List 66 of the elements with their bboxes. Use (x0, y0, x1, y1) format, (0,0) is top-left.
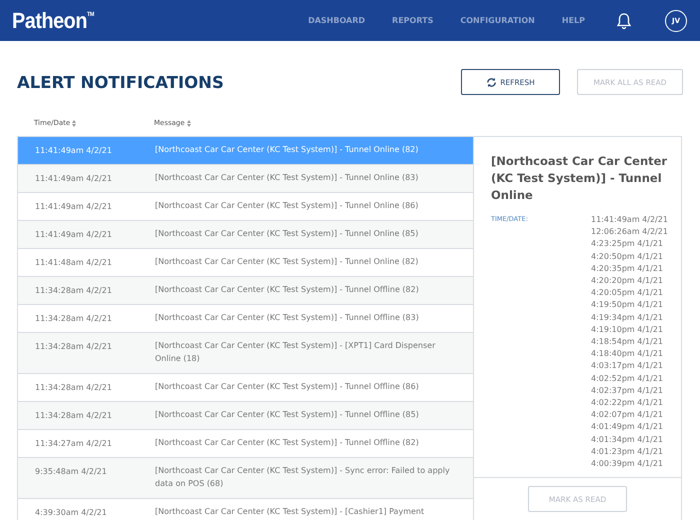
message-cell-text: [Northcoast Car Car Center (KC Test System)] - Tunnel Online (83) (155, 172, 420, 184)
message-cell-text: [Northcoast Car Car Center (KC Test System)] - Tunnel Offline (86) (155, 381, 420, 393)
time-entry: 4:01:23pm 4/1/21 (591, 446, 664, 458)
time-entry: 4:03:17pm 4/1/21 (591, 360, 664, 372)
time-entry: 4:18:54pm 4/1/21 (591, 336, 664, 348)
time-cell-text: 11:41:49am 4/2/21 (34, 229, 113, 240)
time-entry: 4:20:20pm 4/1/21 (591, 275, 664, 288)
message-cell-text: [Northcoast Car Car Center (KC Test System)] - Tunnel Online (82) (155, 256, 420, 268)
time-entry: 4:19:34pm 4/1/21 (591, 312, 664, 324)
time-entry: 4:02:52pm 4/1/21 (591, 372, 664, 385)
nav-link[interactable]: HELP (562, 16, 585, 25)
nav-link[interactable]: CONFIGURATION (460, 16, 535, 25)
time-cell-text: 11:34:28am 4/2/21 (34, 382, 113, 393)
time-entry: 4:20:50pm 4/1/21 (591, 250, 664, 263)
table-row[interactable]: 9:35:48am 4/2/21 [Northcoast Car Car Center (KC Test System)] - Sync error: Failed to apply data on POS (68) (18, 458, 473, 499)
message-cell-text: [Northcoast Car Car Center (KC Test System)] - [XPT1] Card Dispenser Online (18) (155, 340, 436, 365)
page-title: ALERT NOTIFICATIONS (17, 72, 224, 92)
time-cell-text: 11:34:28am 4/2/21 (34, 285, 113, 296)
message-cell-text: [Northcoast Car Car Center (KC Test System)] - Tunnel Online (86) (155, 200, 420, 212)
bell-icon[interactable] (616, 12, 632, 30)
message-cell-text: [Northcoast Car Car Center (KC Test System)] - Sync error: Failed to apply data on POS (68) (155, 465, 451, 490)
time-cell-text: 11:41:49am 4/2/21 (34, 201, 113, 212)
time-entry: 4:23:25pm 4/1/21 (591, 238, 664, 250)
message-cell-text: [Northcoast Car Car Center (KC Test System)] - Tunnel Offline (82) (155, 437, 420, 449)
time-entry: 4:20:35pm 4/1/21 (591, 262, 664, 275)
nav-link[interactable]: REPORTS (392, 16, 434, 25)
time-entry: 4:19:50pm 4/1/21 (591, 299, 664, 312)
detail-title: [Northcoast Car Car Center (KC Test System)] - Tunnel Online (491, 153, 668, 204)
message-cell-text: [Northcoast Car Car Center (KC Test System)] - Tunnel Offline (85) (155, 409, 420, 421)
time-cell-text: 11:41:49am 4/2/21 (34, 173, 113, 184)
time-cell-text: 11:41:48am 4/2/21 (34, 257, 113, 268)
table-row[interactable]: 11:34:28am 4/2/21 [Northcoast Car Car Center (KC Test System)] - Tunnel Offline (82) (18, 277, 473, 305)
time-entry: 11:41:49am 4/2/21 (591, 214, 668, 226)
time-entry: 4:02:22pm 4/1/21 (591, 397, 664, 410)
time-cell-text: 4:39:30am 4/2/21 (34, 507, 108, 518)
message-cell-text: [Northcoast Car Car Center (KC Test System)] - Tunnel Online (85) (155, 228, 420, 240)
time-entry: 4:01:34pm 4/1/21 (591, 434, 664, 446)
time-cell-text: 11:34:28am 4/2/21 (34, 313, 113, 324)
sort-icon[interactable] (186, 120, 191, 126)
table-row[interactable]: 11:41:49am 4/2/21 [Northcoast Car Car Center (KC Test System)] - Tunnel Online (82) (18, 137, 473, 165)
table-row[interactable]: 4:39:30am 4/2/21 [Northcoast Car Car Center (KC Test System)] - [Cashier1] Payment (18, 499, 473, 520)
time-entry: 4:19:10pm 4/1/21 (591, 324, 664, 336)
message-cell-text: [Northcoast Car Car Center (KC Test System)] - [Cashier1] Payment (155, 506, 426, 518)
logo: Patheon$^{TM}$ (12, 8, 94, 34)
table-row[interactable]: 11:34:28am 4/2/21 [Northcoast Car Car Center (KC Test System)] - Tunnel Offline (85) (18, 402, 473, 430)
message-cell-text: [Northcoast Car Car Center (KC Test System)] - Tunnel Offline (82) (155, 284, 420, 296)
time-cell-text: 11:34:28am 4/2/21 (34, 410, 113, 421)
time-entry: 4:20:05pm 4/1/21 (591, 287, 664, 300)
message-cell-text: [Northcoast Car Car Center (KC Test System)] - Tunnel Online (82) (155, 144, 420, 156)
time-entry: 4:00:39pm 4/1/21 (591, 458, 664, 470)
time-cell-text: 11:41:49am 4/2/21 (34, 145, 113, 156)
message-cell-text: [Northcoast Car Car Center (KC Test System)] - Tunnel Offline (83) (155, 312, 420, 324)
time-entry: 4:02:07pm 4/1/21 (591, 409, 664, 422)
time-entry: 4:02:37pm 4/1/21 (591, 384, 664, 397)
nav-link[interactable]: DASHBOARD (308, 16, 366, 25)
table-row[interactable]: 11:41:49am 4/2/21 [Northcoast Car Car Center (KC Test System)] - Tunnel Online (83) (18, 165, 473, 193)
table-row[interactable]: 11:34:28am 4/2/21 [Northcoast Car Car Center (KC Test System)] - [XPT1] Card Dispenser Online (18) (18, 333, 473, 374)
time-cell-text: 11:34:27am 4/2/21 (34, 438, 113, 449)
time-cell-text: 9:35:48am 4/2/21 (34, 466, 108, 477)
time-entry: 4:01:49pm 4/1/21 (591, 421, 664, 434)
sort-icon[interactable] (72, 120, 76, 126)
table-row[interactable]: 11:41:49am 4/2/21 [Northcoast Car Car Center (KC Test System)] - Tunnel Online (85) (18, 221, 473, 249)
refresh-icon (486, 76, 498, 88)
time-cell-text: 11:34:28am 4/2/21 (34, 341, 113, 352)
time-entry: 4:18:40pm 4/1/21 (591, 348, 664, 360)
time-entry: 12:06:26am 4/2/21 (591, 226, 668, 238)
